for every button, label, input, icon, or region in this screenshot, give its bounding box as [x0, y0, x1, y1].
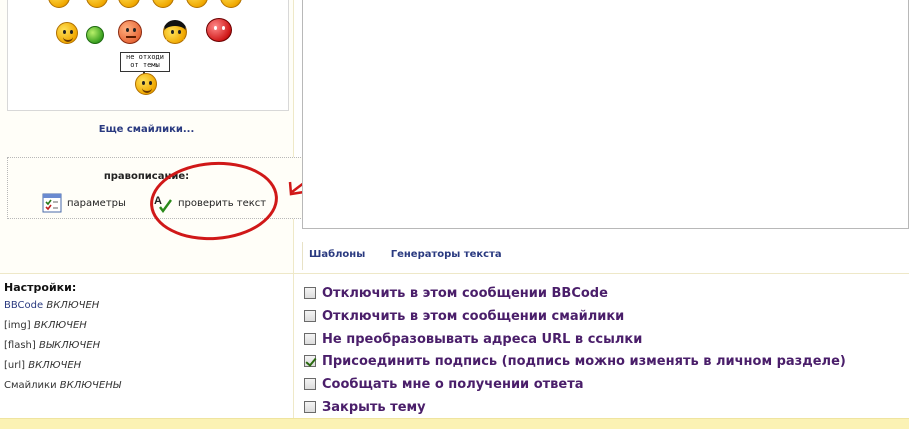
option-label: Закрыть тему — [322, 399, 426, 415]
divider — [302, 242, 303, 270]
option-close-topic[interactable]: Закрыть тему — [304, 398, 426, 416]
footer-bar — [0, 418, 909, 429]
option-label: Отключить в этом сообщении смайлики — [322, 308, 625, 324]
smiley-icon[interactable] — [86, 0, 108, 8]
setting-state: ВКЛЮЧЕН — [46, 300, 100, 311]
column-divider — [293, 0, 294, 273]
setting-name: [flash] — [4, 340, 36, 351]
setting-name[interactable]: BBCode — [4, 300, 43, 311]
smiley-icon[interactable] — [186, 0, 208, 8]
smiley-icon — [135, 73, 157, 95]
more-smileys-link[interactable]: Еще смайлики... — [0, 124, 293, 135]
girl-smiley-icon[interactable] — [163, 20, 187, 44]
checkbox[interactable] — [304, 401, 316, 413]
setting-state: ВЫКЛЮЧЕН — [38, 340, 101, 351]
option-label: Сообщать мне о получении ответа — [322, 376, 584, 392]
setting-name: Смайлики — [4, 380, 57, 391]
devil-smiley-icon[interactable] — [206, 18, 232, 42]
setting-state: ВКЛЮЧЕНЫ — [59, 380, 121, 391]
tab-text-generators[interactable]: Генераторы текста — [391, 249, 502, 260]
checkbox[interactable] — [304, 287, 316, 299]
sign-text-1: не отходи — [126, 53, 164, 61]
editor-tabs: Шаблоны Генераторы текста — [309, 249, 524, 260]
column-divider — [293, 274, 294, 418]
checkbox[interactable] — [304, 333, 316, 345]
spellcheck-params-label: параметры — [67, 197, 126, 209]
sign-board: не отходи от темы — [120, 52, 170, 72]
checkbox[interactable] — [304, 310, 316, 322]
checkbox-checked[interactable] — [304, 355, 316, 367]
setting-name: [url] — [4, 360, 26, 371]
setting-url: [url] ВКЛЮЧЕН — [4, 360, 81, 371]
spellcheck-params-button[interactable]: параметры — [42, 193, 126, 213]
option-label: Не преобразовывать адреса URL в ссылки — [322, 331, 643, 347]
setting-smileys: Смайлики ВКЛЮЧЕНЫ — [4, 380, 121, 391]
smiley-icon[interactable] — [152, 0, 174, 8]
checklist-icon — [42, 193, 62, 213]
setting-state: ВКЛЮЧЕН — [33, 320, 87, 331]
smiley-icon[interactable] — [220, 0, 242, 8]
settings-title: Настройки: — [4, 281, 77, 294]
sick-smiley-icon[interactable] — [86, 26, 104, 44]
smiley-icon[interactable] — [118, 0, 140, 8]
option-notify-reply[interactable]: Сообщать мне о получении ответа — [304, 375, 584, 393]
thinking-smiley-icon[interactable] — [56, 22, 78, 44]
setting-name: [img] — [4, 320, 31, 331]
setting-bbcode: BBCode ВКЛЮЧЕН — [4, 300, 99, 311]
sign-text-2: от темы — [130, 61, 160, 69]
option-label: Отключить в этом сообщении BBCode — [322, 285, 608, 301]
option-label: Присоединить подпись (подпись можно изме… — [322, 353, 846, 369]
setting-img: [img] ВКЛЮЧЕН — [4, 320, 87, 331]
tab-templates[interactable]: Шаблоны — [309, 249, 365, 260]
option-no-url-links[interactable]: Не преобразовывать адреса URL в ссылки — [304, 330, 642, 348]
sign-smiley[interactable]: не отходи от темы — [120, 52, 170, 95]
option-attach-signature[interactable]: Присоединить подпись (подпись можно изме… — [304, 352, 846, 370]
option-disable-smileys[interactable]: Отключить в этом сообщении смайлики — [304, 307, 624, 325]
option-disable-bbcode[interactable]: Отключить в этом сообщении BBCode — [304, 284, 608, 302]
setting-flash: [flash] ВЫКЛЮЧЕН — [4, 340, 100, 351]
checkbox[interactable] — [304, 378, 316, 390]
smiley-panel: не отходи от темы — [7, 0, 289, 111]
smiley-icon[interactable] — [48, 0, 70, 8]
setting-state: ВКЛЮЧЕН — [28, 360, 82, 371]
message-editor[interactable] — [302, 0, 909, 229]
angry-smiley-icon[interactable] — [118, 20, 142, 44]
